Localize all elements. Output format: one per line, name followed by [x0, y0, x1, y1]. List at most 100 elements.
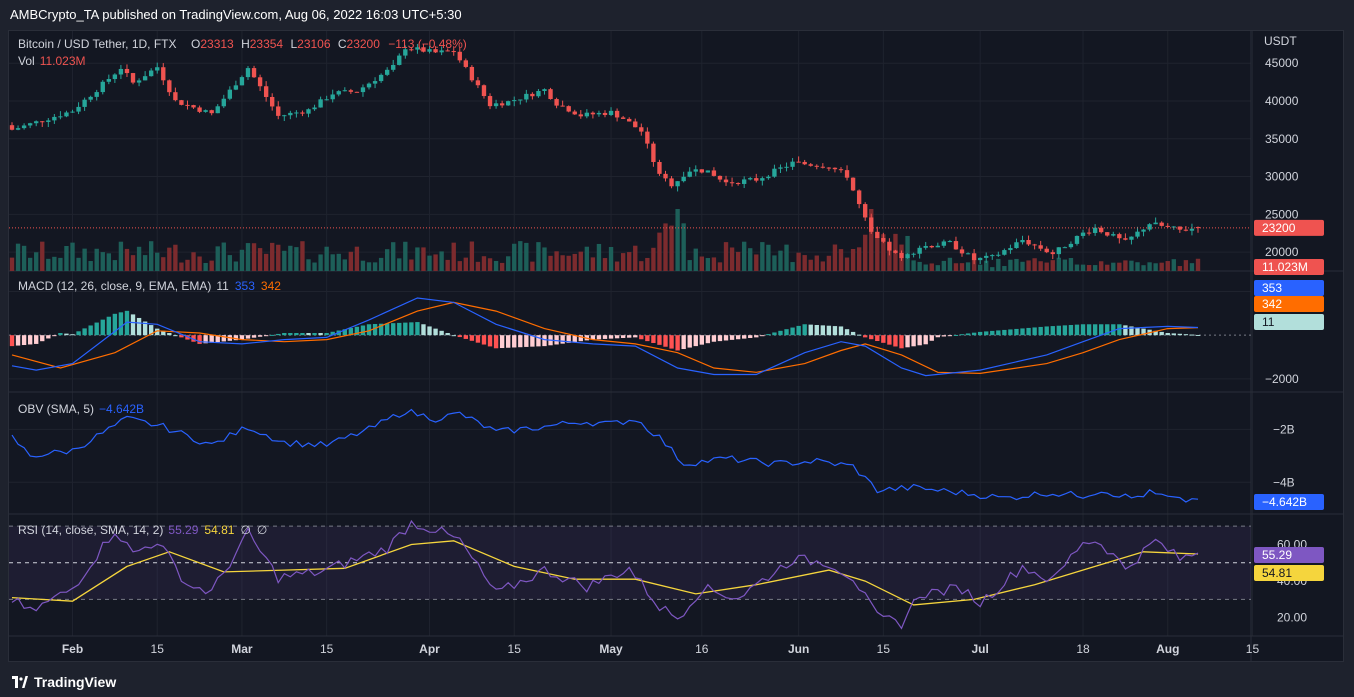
macd-histogram-bar	[76, 331, 81, 336]
macd-histogram-bar	[276, 333, 281, 336]
candle-body	[294, 112, 299, 114]
macd-histogram-bar	[681, 335, 686, 350]
volume-bar	[911, 260, 916, 271]
rsi-legend[interactable]: RSI (14, close, SMA, 14, 2) 55.29 54.81 ∅ ∅	[18, 523, 267, 537]
price-tick-label: 30000	[1265, 170, 1299, 184]
volume-bar	[70, 242, 75, 271]
volume-bar	[657, 232, 662, 271]
candlesticks[interactable]	[9, 43, 1201, 265]
volume-bar	[221, 242, 226, 271]
candle-body	[542, 89, 547, 91]
volume-bar	[729, 247, 735, 271]
time-axis[interactable]: Feb 15 Mar 15 Apr 15 May 16 Jun 15 Jul 18 Aug 15	[62, 642, 1260, 656]
candle-body	[58, 116, 63, 118]
rsi-pane[interactable]: 60.0040.0020.0055.2954.81	[9, 519, 1324, 630]
macd-histogram-bar	[475, 335, 481, 343]
candle-body	[681, 176, 686, 182]
macd-histogram-bar	[1014, 328, 1019, 336]
volume-bar	[1032, 258, 1037, 271]
volume-bar	[155, 252, 160, 271]
price-axis[interactable]: USDT 45000 40000 35000 30000 25000 20000 23200 1…	[1254, 34, 1324, 275]
macd-histogram-bar	[560, 335, 565, 344]
candle-body	[814, 165, 819, 167]
macd-histogram-bar	[693, 335, 698, 347]
volume-bar	[397, 258, 402, 271]
macd-histogram-bar	[397, 322, 402, 336]
macd-histogram-bar	[1123, 325, 1128, 336]
candle-body	[263, 86, 269, 97]
rsi-ma-tag-text: 54.81	[1262, 566, 1292, 580]
candle-body	[197, 107, 202, 112]
candle-body	[384, 69, 390, 75]
volume-bar	[512, 243, 517, 271]
obv-value: −4.642B	[99, 402, 144, 416]
volume-bar	[499, 262, 505, 271]
macd-histogram-bar	[808, 324, 813, 336]
candle-body	[82, 99, 87, 107]
close-value: 23200	[347, 37, 381, 51]
volume-bar	[1171, 259, 1176, 271]
time-tick-label: Jun	[788, 642, 809, 656]
candle-body	[512, 100, 517, 102]
candle-body	[1056, 247, 1062, 255]
candle-body	[959, 249, 965, 254]
volume-bar	[112, 260, 118, 271]
obv-pane[interactable]: −2B −4B −4.642B	[11, 408, 1324, 511]
candle-body	[469, 66, 475, 81]
macd-histogram-bar	[596, 335, 602, 340]
candle-body	[391, 64, 396, 70]
macd-histogram-bar	[318, 333, 323, 336]
macd-histogram-bar	[403, 322, 408, 336]
volume-bar	[215, 246, 220, 271]
macd-histogram-bar	[542, 335, 547, 347]
volume-bar	[451, 242, 456, 271]
macd-histogram-bar	[94, 322, 99, 336]
volume-bar	[602, 258, 608, 271]
macd-histogram-bar	[971, 332, 977, 336]
volume-bar	[324, 246, 329, 271]
macd-histogram-bar	[506, 335, 511, 348]
volume-bar	[288, 245, 293, 271]
volume-bar	[572, 253, 577, 271]
candle-body	[1153, 222, 1158, 225]
candle-body	[905, 254, 910, 259]
volume-bar	[300, 241, 305, 271]
chart-frame[interactable]: USDT 45000 40000 35000 30000 25000 20000 23200 1…	[8, 30, 1344, 662]
symbol-label: Bitcoin / USD Tether, 1D, FTX	[18, 37, 177, 51]
volume-bar	[1074, 264, 1080, 271]
candle-body	[318, 99, 323, 108]
volume-bar	[560, 255, 565, 271]
candle-body	[191, 105, 196, 108]
candle-body	[687, 171, 692, 177]
candle-body	[306, 109, 311, 114]
macd-histogram-bar	[754, 335, 759, 338]
macd-histogram-bar	[282, 333, 287, 336]
macd-histogram-bar	[977, 331, 983, 336]
candle-body	[221, 98, 226, 107]
volume-bar	[336, 253, 341, 271]
volume-bar	[1195, 258, 1201, 271]
macd-histogram-bar	[1195, 334, 1201, 336]
chart-canvas[interactable]: USDT 45000 40000 35000 30000 25000 20000 23200 1…	[9, 31, 1343, 661]
macd-histogram-bar	[197, 335, 202, 344]
volume-tag-text: 11.023M	[1262, 260, 1308, 274]
volume-bar	[1141, 265, 1146, 271]
candle-body	[179, 100, 184, 105]
macd-pane[interactable]: 2000−200035334211	[9, 280, 1324, 386]
macd-hist-value: 11	[216, 279, 229, 293]
macd-histogram-bar	[130, 314, 136, 336]
volume-bar	[832, 244, 838, 271]
macd-legend[interactable]: MACD (12, 26, close, 9, EMA, EMA) 11 353 34…	[18, 279, 281, 293]
obv-legend[interactable]: OBV (SMA, 5) −4.642B	[18, 402, 144, 416]
candle-body	[52, 116, 57, 121]
candle-body	[312, 107, 317, 110]
macd-histogram-bar	[633, 335, 638, 338]
volume-bar	[245, 243, 251, 271]
candle-body	[723, 179, 729, 183]
volume-bar	[1135, 262, 1140, 271]
volume-bar	[760, 242, 765, 271]
macd-histogram-bar	[627, 335, 632, 338]
time-tick-label: Feb	[62, 642, 83, 656]
volume-bar	[1068, 257, 1074, 271]
volume-bar	[409, 259, 414, 271]
